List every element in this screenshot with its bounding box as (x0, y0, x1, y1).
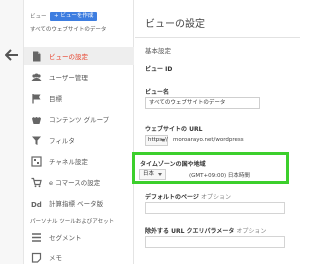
exclude-query-params-label: 除外する URL クエリパラメータ オプション (145, 228, 267, 235)
calculated-metrics-icon: Dd (31, 201, 42, 209)
sidebar-item-calculated-metrics[interactable]: Dd 計算指標 ベータ版 (24, 194, 134, 212)
sidebar-item-label: e コマースの設定 (49, 179, 101, 187)
notes-icon (31, 252, 42, 263)
sidebar-item-label: セグメント (49, 234, 82, 242)
sidebar-item-view-settings[interactable]: ビューの設定 (24, 47, 134, 65)
sidebar-item-filters[interactable]: フィルタ (24, 131, 134, 149)
main-panel: ビューの設定 基本設定 ビュー ID ビュー名 すべてのウェブサイトのデータ ウ… (135, 0, 300, 264)
sidebar-item-label: コンテンツ グループ (49, 116, 110, 124)
exclude-query-params-input[interactable] (145, 236, 285, 248)
chevron-down-icon (158, 173, 162, 176)
page-title: ビューの設定 (145, 19, 205, 30)
sidebar-item-ecommerce-settings[interactable]: e コマースの設定 (24, 173, 134, 191)
timezone-label: タイムゾーンの国や地域 (140, 161, 206, 168)
sidebar-item-annotations[interactable]: メモ (24, 248, 134, 264)
timezone-country-select[interactable]: 日本 (139, 169, 166, 180)
sidebar-item-label: 目標 (49, 95, 62, 103)
sidebar-item-label: ビューの設定 (49, 53, 88, 61)
website-url-input[interactable]: moroarayo.net/wordpress (173, 137, 244, 143)
timezone-country-value: 日本 (143, 171, 155, 177)
content-group-icon (32, 116, 41, 124)
timezone-highlight: タイムゾーンの国や地域 日本 (GMT+09:00) 日本時間 (132, 152, 289, 184)
sidebar-item-label: フィルタ (49, 137, 75, 145)
basic-settings-heading: 基本設定 (145, 47, 171, 55)
back-arrow-icon[interactable] (5, 49, 19, 61)
svg-text:Dd: Dd (31, 201, 42, 209)
create-view-button[interactable]: + ビューを作成 (50, 12, 98, 21)
back-strip (0, 0, 24, 264)
view-name-label: ビュー名 (145, 89, 170, 96)
cart-icon (31, 177, 42, 187)
sidebar-item-label: ユーザー管理 (49, 74, 88, 82)
chevron-down-icon (161, 139, 165, 142)
sidebar: ビュー + ビューを作成 すべてのウェブサイトのデータ ビューの設定 ユーザー管… (24, 0, 134, 264)
sidebar-item-label: メモ (49, 254, 62, 262)
personal-tools-heading: パーソナル ツールおよびアセット (30, 219, 115, 225)
segments-icon (32, 232, 41, 242)
current-view-selector[interactable]: すべてのウェブサイトのデータ (30, 25, 106, 33)
default-page-label: デフォルトのページ オプション (145, 194, 231, 201)
sidebar-item-label: チャネル設定 (49, 158, 88, 166)
view-id-label: ビュー ID (145, 66, 173, 73)
channel-icon (31, 155, 42, 167)
website-url-label: ウェブサイトの URL (145, 126, 203, 133)
sidebar-item-goals[interactable]: 目標 (24, 89, 134, 107)
users-icon (31, 73, 42, 81)
filter-icon (32, 136, 41, 145)
view-heading: ビュー (30, 14, 47, 20)
default-page-input[interactable] (145, 202, 285, 214)
sidebar-item-label: 計算指標 ベータ版 (49, 200, 104, 208)
sidebar-item-segments[interactable]: セグメント (24, 228, 134, 246)
sidebar-item-user-management[interactable]: ユーザー管理 (24, 68, 134, 86)
sidebar-item-channel-settings[interactable]: チャネル設定 (24, 152, 134, 170)
sidebar-item-content-grouping[interactable]: コンテンツ グループ (24, 110, 134, 128)
flag-icon (32, 93, 41, 103)
view-name-input[interactable]: すべてのウェブサイトのデータ (145, 97, 260, 109)
timezone-select[interactable]: (GMT+09:00) 日本時間 (189, 171, 250, 179)
document-icon (33, 51, 41, 61)
url-protocol-select[interactable]: https:// (145, 135, 168, 146)
